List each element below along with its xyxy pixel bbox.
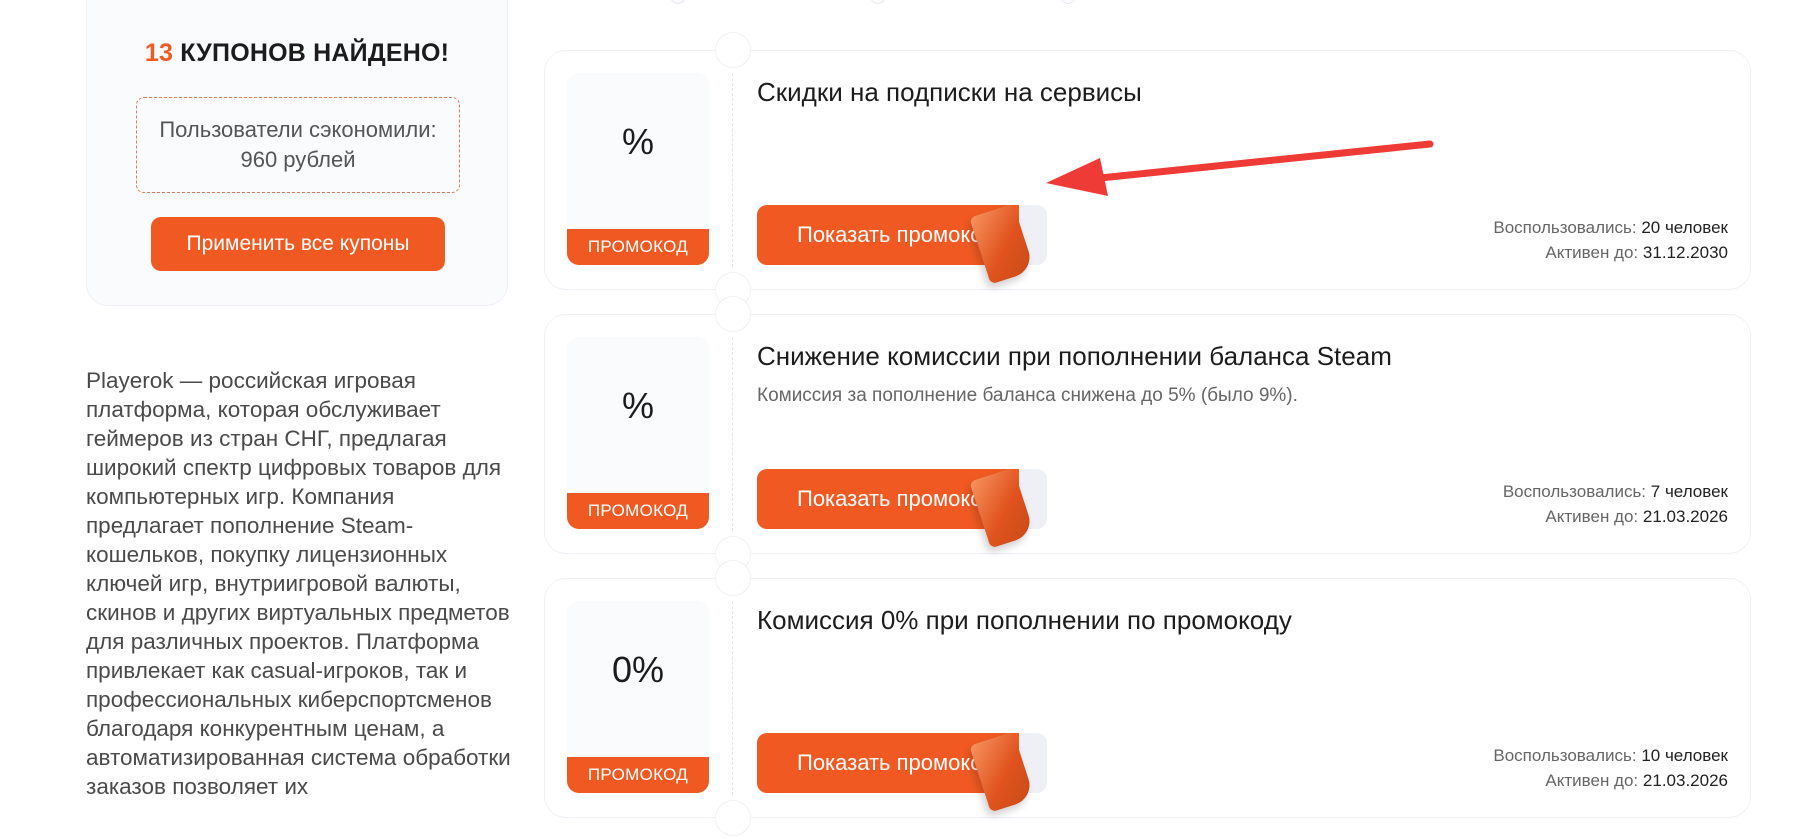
coupon-type-label: ПРОМОКОД — [567, 493, 709, 529]
coupons-found-count: 13 — [144, 39, 174, 67]
coupon-title: Скидки на подписки на сервисы — [757, 77, 1142, 107]
coupon-perforation — [732, 73, 733, 267]
used-count: 20 человек — [1641, 218, 1728, 237]
used-label: Воспользовались: — [1493, 218, 1637, 237]
coupon-notch — [715, 560, 751, 596]
coupon-value-box: 0% ПРОМОКОД — [567, 601, 709, 793]
coupon-meta: Воспользовались: 7 человек Активен до: 2… — [1503, 479, 1728, 529]
used-label: Воспользовались: — [1493, 746, 1637, 765]
coupon-meta: Воспользовались: 10 человек Активен до: … — [1493, 743, 1728, 793]
show-promocode-control[interactable]: Показать промокод — [757, 203, 1047, 285]
coupons-found-text: КУПОНОВ НАЙДЕНО! — [180, 39, 450, 67]
peel-corner-icon — [969, 731, 1035, 813]
peel-corner-icon — [969, 467, 1035, 549]
dot — [670, 0, 686, 4]
users-saved-text: Пользователи сэкономили: 960 рублей — [159, 117, 437, 172]
active-until-date: 21.03.2026 — [1642, 507, 1728, 526]
peel-corner-icon — [969, 203, 1035, 285]
coupons-found-heading: 13 КУПОНОВ НАЙДЕНО! — [87, 39, 507, 68]
coupon-notch — [715, 800, 751, 836]
coupon-value-box: % ПРОМОКОД — [567, 337, 709, 529]
used-count: 7 человек — [1650, 482, 1728, 501]
show-promocode-control[interactable]: Показать промокод — [757, 467, 1047, 549]
coupon-value: 0% — [611, 649, 665, 690]
users-saved-box: Пользователи сэкономили: 960 рублей — [136, 97, 460, 193]
coupon-value: % — [621, 121, 654, 162]
coupon-title: Снижение комиссии при пополнении баланса… — [757, 341, 1392, 371]
coupon-card: 0% ПРОМОКОД Комиссия 0% при пополнении п… — [544, 560, 1751, 836]
coupon-notch — [715, 296, 751, 332]
show-promocode-control[interactable]: Показать промокод — [757, 731, 1047, 813]
coupon-description: Комиссия за пополнение баланса снижена д… — [757, 385, 1298, 406]
coupon-value: % — [621, 385, 654, 426]
active-until-date: 31.12.2030 — [1642, 243, 1728, 262]
annotation-arrow-icon — [1046, 140, 1434, 196]
coupons-summary-card: 13 КУПОНОВ НАЙДЕНО! Пользователи сэконом… — [86, 0, 508, 306]
used-label: Воспользовались: — [1502, 482, 1647, 501]
active-until-date: 21.03.2026 — [1642, 771, 1728, 790]
coupon-card: % ПРОМОКОД Снижение комиссии при пополне… — [544, 296, 1751, 572]
coupon-value-box: % ПРОМОКОД — [567, 73, 709, 265]
coupon-type-label: ПРОМОКОД — [567, 229, 709, 265]
active-until-label: Активен до: — [1545, 507, 1639, 526]
coupon-perforation — [732, 601, 733, 795]
coupon-meta: Воспользовались: 20 человек Активен до: … — [1493, 215, 1728, 265]
coupon-type-label: ПРОМОКОД — [567, 757, 709, 793]
used-count: 10 человек — [1641, 746, 1728, 765]
coupon-notch — [715, 32, 751, 68]
top-pagination-dots — [660, 0, 1100, 4]
store-description: Playerok — российская игровая платформа,… — [86, 368, 511, 799]
apply-all-coupons-button[interactable]: Применить все купоны — [151, 217, 445, 271]
dot — [1060, 0, 1076, 4]
active-until-label: Активен до: — [1545, 243, 1639, 262]
active-until-label: Активен до: — [1545, 771, 1639, 790]
coupon-perforation — [732, 337, 733, 531]
dot — [870, 0, 886, 4]
coupon-title: Комиссия 0% при пополнении по промокоду — [757, 605, 1292, 635]
